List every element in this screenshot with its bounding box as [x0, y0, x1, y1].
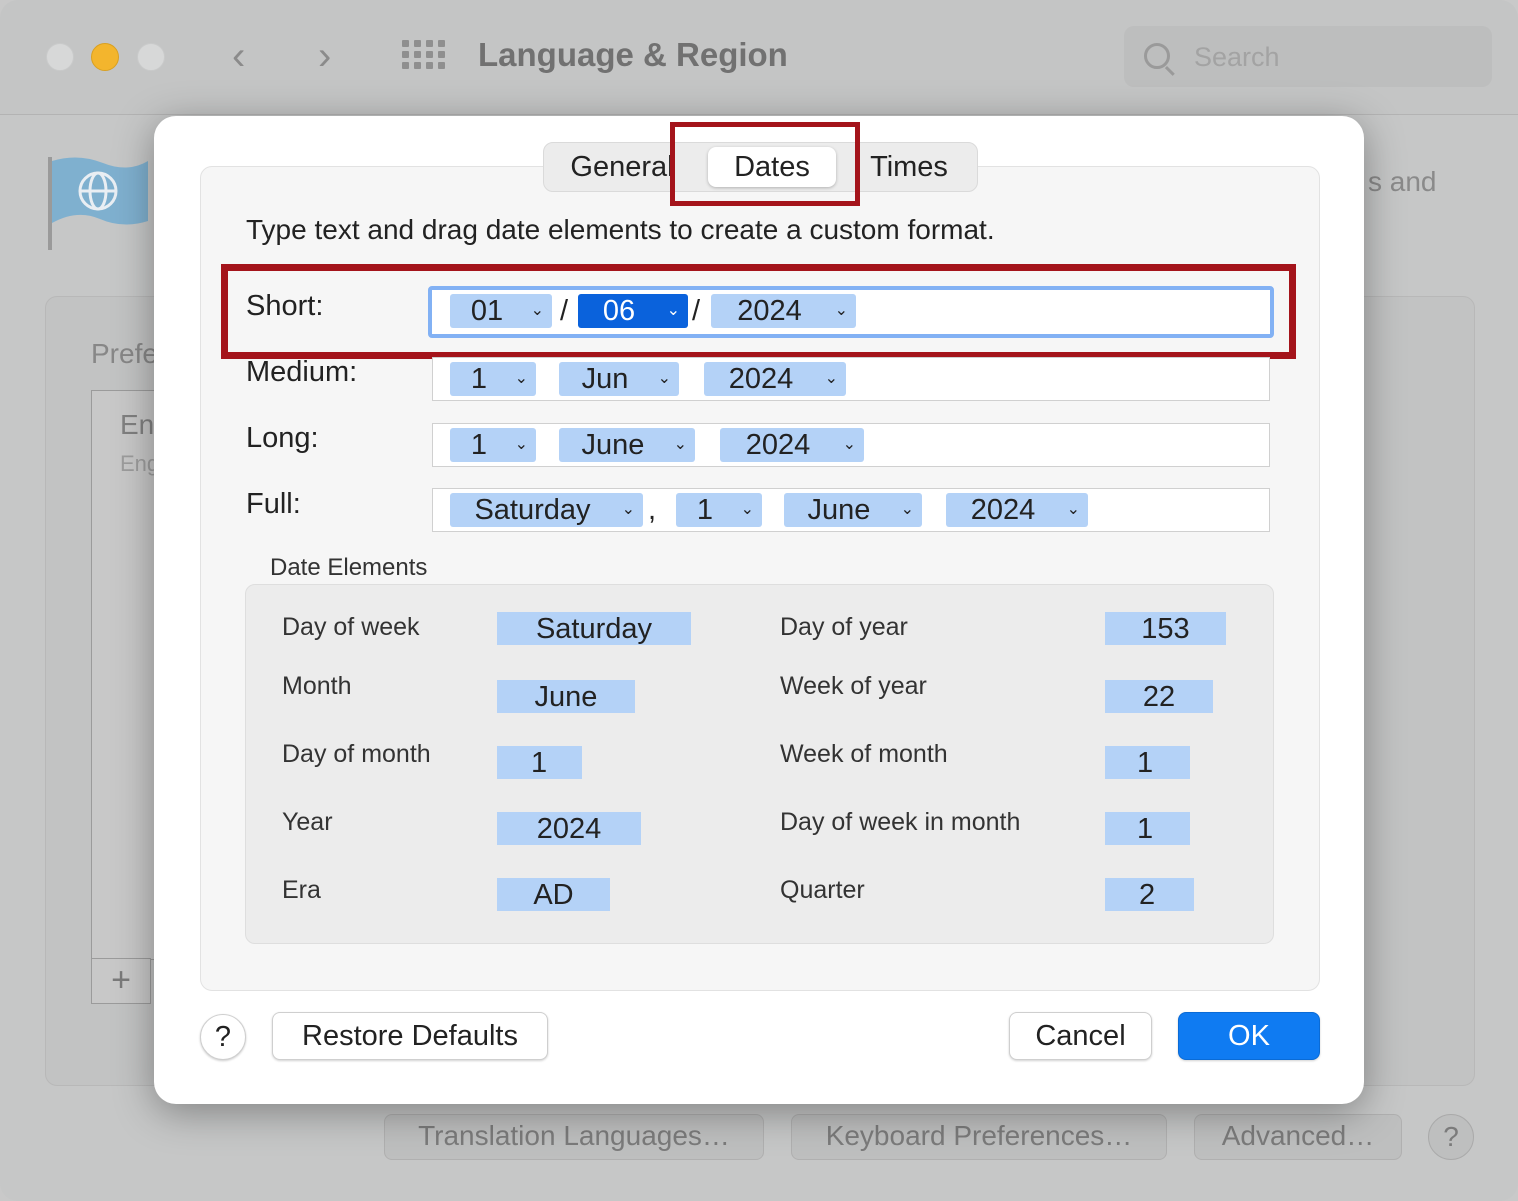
date-element-chip-week-of-month[interactable]: 1	[1105, 746, 1190, 779]
date-element-label: Era	[282, 876, 321, 904]
full-format-field[interactable]: Saturday ⌄ , 1 ⌄ June ⌄ 2024 ⌄	[432, 488, 1270, 532]
full-month-token[interactable]: June ⌄	[784, 493, 922, 527]
window-title: Language & Region	[478, 36, 788, 73]
date-element-chip-era[interactable]: AD	[497, 878, 610, 911]
show-all-grid-icon[interactable]	[402, 40, 445, 70]
chevron-down-icon: ⌄	[657, 370, 671, 387]
long-month-token[interactable]: June ⌄	[559, 428, 695, 462]
chevron-down-icon: ⌄	[514, 370, 528, 387]
full-year-token[interactable]: 2024 ⌄	[946, 493, 1088, 527]
highlight-box-dates-tab	[670, 122, 860, 206]
chevron-down-icon: ⌄	[1066, 501, 1080, 518]
chevron-down-icon: ⌄	[621, 501, 635, 518]
keyboard-preferences-button[interactable]: Keyboard Preferences…	[791, 1114, 1167, 1160]
background-help-button[interactable]: ?	[1428, 1114, 1474, 1160]
date-elements-panel: Day of week Saturday Month June Day of m…	[245, 584, 1274, 944]
instruction-text: Type text and drag date elements to crea…	[246, 214, 995, 245]
chevron-down-icon: ⌄	[842, 436, 856, 453]
full-format-label: Full:	[246, 488, 301, 520]
advanced-button[interactable]: Advanced…	[1194, 1114, 1402, 1160]
medium-day-token[interactable]: 1 ⌄	[450, 362, 536, 396]
medium-format-label: Medium:	[246, 356, 358, 388]
highlight-box-short-format	[221, 264, 1296, 359]
cancel-button[interactable]: Cancel	[1009, 1012, 1152, 1060]
help-button[interactable]: ?	[200, 1014, 246, 1060]
date-element-chip-day-of-year[interactable]: 153	[1105, 612, 1226, 645]
chevron-down-icon: ⌄	[900, 501, 914, 518]
system-preferences-window: ‹ › Language & Region Search s and Prefe…	[0, 0, 1518, 1201]
close-window-button[interactable]	[46, 43, 74, 71]
zoom-window-button[interactable]	[137, 43, 165, 71]
minimize-window-button[interactable]	[91, 43, 119, 71]
date-element-label: Day of year	[780, 613, 908, 641]
tab-times[interactable]: Times	[854, 143, 964, 191]
date-element-label: Quarter	[780, 876, 865, 904]
translation-languages-button[interactable]: Translation Languages…	[384, 1114, 764, 1160]
list-item-title: En	[120, 409, 155, 440]
date-elements-title: Date Elements	[270, 554, 428, 581]
date-element-label: Day of week in month	[780, 808, 1021, 836]
back-arrow-icon[interactable]: ‹	[232, 34, 245, 79]
date-element-label: Month	[282, 672, 352, 700]
chevron-down-icon: ⌄	[673, 436, 687, 453]
restore-defaults-button[interactable]: Restore Defaults	[272, 1012, 548, 1060]
chevron-down-icon: ⌄	[740, 501, 754, 518]
medium-format-field[interactable]: 1 ⌄ Jun ⌄ 2024 ⌄	[432, 357, 1270, 401]
full-weekday-token[interactable]: Saturday ⌄	[450, 493, 643, 527]
date-element-chip-quarter[interactable]: 2	[1105, 878, 1194, 911]
date-element-label: Day of month	[282, 740, 431, 768]
date-element-chip-month[interactable]: June	[497, 680, 635, 713]
chevron-down-icon: ⌄	[824, 370, 838, 387]
date-element-chip-day-of-week[interactable]: Saturday	[497, 612, 691, 645]
medium-year-token[interactable]: 2024 ⌄	[704, 362, 846, 396]
medium-month-token[interactable]: Jun ⌄	[559, 362, 679, 396]
language-region-flag-icon	[48, 157, 148, 250]
date-element-chip-day-of-month[interactable]: 1	[497, 746, 582, 779]
full-separator-comma: ,	[648, 494, 657, 526]
ok-button[interactable]: OK	[1178, 1012, 1320, 1060]
forward-arrow-icon[interactable]: ›	[318, 34, 331, 79]
date-element-label: Day of week	[282, 613, 420, 641]
date-element-label: Week of month	[780, 740, 948, 768]
date-element-label: Week of year	[780, 672, 927, 700]
search-field[interactable]: Search	[1124, 26, 1492, 87]
custom-date-format-dialog: General Dates Times Type text and drag d…	[154, 116, 1364, 1104]
date-element-label: Year	[282, 808, 333, 836]
search-icon	[1144, 43, 1170, 69]
background-description-text: s and	[1368, 166, 1437, 197]
chevron-down-icon: ⌄	[514, 436, 528, 453]
long-format-field[interactable]: 1 ⌄ June ⌄ 2024 ⌄	[432, 423, 1270, 467]
long-year-token[interactable]: 2024 ⌄	[720, 428, 864, 462]
long-format-label: Long:	[246, 422, 319, 454]
title-bar: ‹ › Language & Region Search	[0, 0, 1518, 115]
search-placeholder: Search	[1194, 42, 1280, 72]
preferred-languages-label: Prefe	[91, 338, 158, 369]
date-element-chip-day-of-week-in-month[interactable]: 1	[1105, 812, 1190, 845]
full-day-token[interactable]: 1 ⌄	[676, 493, 762, 527]
tab-general[interactable]: General	[560, 143, 684, 191]
date-element-chip-year[interactable]: 2024	[497, 812, 641, 845]
date-element-chip-week-of-year[interactable]: 22	[1105, 680, 1213, 713]
long-day-token[interactable]: 1 ⌄	[450, 428, 536, 462]
add-language-button[interactable]: +	[91, 958, 151, 1004]
